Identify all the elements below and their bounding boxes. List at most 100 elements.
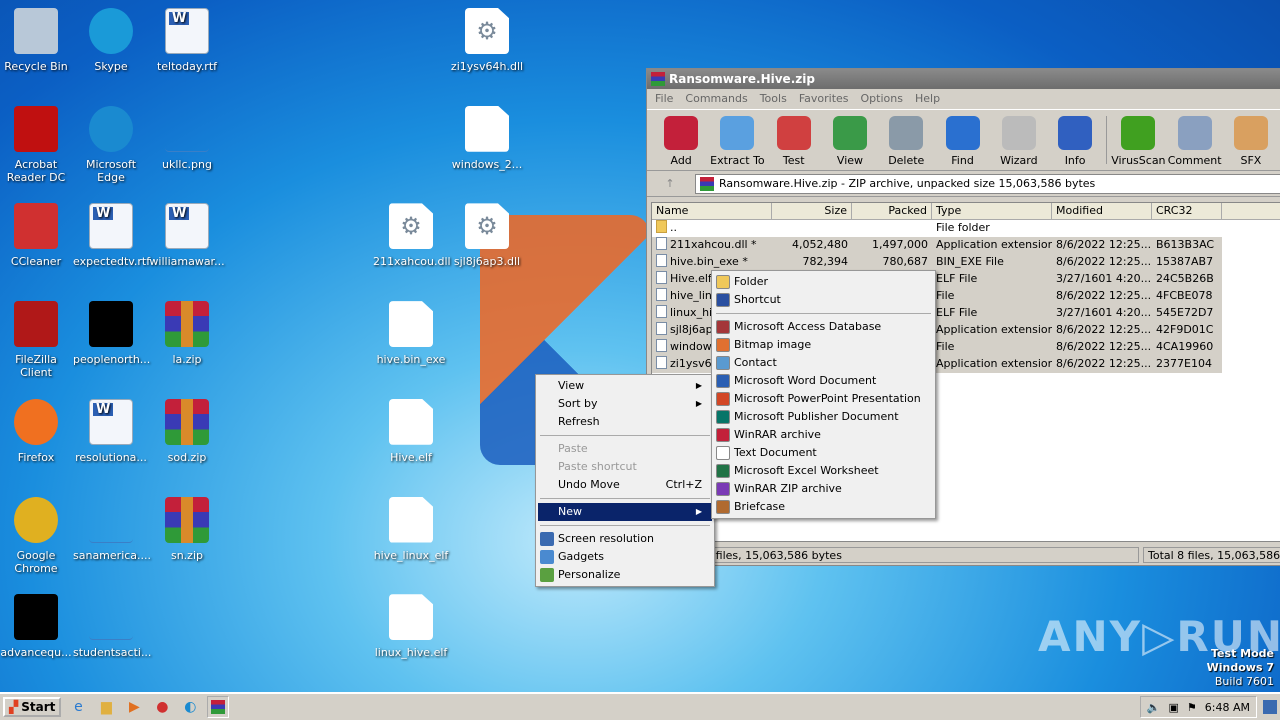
watermark-line: Build 7601 — [1214, 675, 1274, 688]
desktop-icon-ccleaner[interactable]: CCleaner — [0, 203, 74, 268]
menu-item-paste-shortcut[interactable]: Paste shortcut — [538, 458, 712, 476]
menu-favorites[interactable]: Favorites — [799, 92, 849, 106]
new-item-microsoft-powerpoint-presentation[interactable]: Microsoft PowerPoint Presentation — [714, 390, 933, 408]
desktop-icon-recycle-bin[interactable]: Recycle Bin — [0, 8, 74, 73]
menu-options[interactable]: Options — [861, 92, 903, 106]
desktop-icon-label: windows_2... — [451, 157, 523, 171]
menu-item-paste[interactable]: Paste — [538, 440, 712, 458]
desktop-icon-label: Hive.elf — [390, 450, 432, 464]
desktop-icon-zip[interactable]: sod.zip — [149, 398, 225, 464]
desktop-icon-file[interactable]: linux_hive.elf — [373, 594, 449, 659]
title-bar[interactable]: Ransomware.Hive.zip — [647, 69, 1280, 89]
toolbar-info-button[interactable]: Info — [1047, 112, 1103, 168]
desktop-icon-dll[interactable]: ⚙ zi1ysv64h.dll — [449, 8, 525, 73]
column-header-packed[interactable]: Packed — [852, 203, 932, 219]
wizard-icon — [1001, 116, 1036, 150]
path-field[interactable]: Ransomware.Hive.zip - ZIP archive, unpac… — [695, 173, 1280, 194]
desktop-icon-label: FileZilla Client — [15, 353, 57, 380]
desktop-icon-skype[interactable]: Skype — [73, 8, 149, 73]
winrar-taskbar-icon[interactable] — [207, 696, 230, 718]
toolbar-delete-button[interactable]: Delete — [878, 112, 934, 168]
desktop-icon-firefox[interactable]: Firefox — [0, 398, 74, 464]
edge-icon[interactable]: ◐ — [179, 696, 201, 718]
desktop-icon-zip[interactable]: sn.zip — [149, 496, 225, 562]
show-desktop-button[interactable] — [1263, 700, 1277, 714]
desktop-icon-filezilla[interactable]: FileZilla Client — [0, 301, 74, 379]
new-item-folder[interactable]: Folder — [714, 273, 933, 291]
new-item-contact[interactable]: Contact — [714, 354, 933, 372]
desktop-icon-word[interactable]: resolutiona... — [73, 398, 149, 464]
media-player-icon[interactable]: ▶ — [123, 696, 145, 718]
toolbar-view-button[interactable]: View — [822, 112, 878, 168]
winrar-icon — [651, 72, 665, 86]
file-row[interactable]: .. File folder — [652, 220, 1280, 237]
desktop-icon-chrome[interactable]: Google Chrome — [0, 496, 74, 575]
new-item-microsoft-word-document[interactable]: Microsoft Word Document — [714, 372, 933, 390]
new-item-winrar-zip-archive[interactable]: WinRAR ZIP archive — [714, 480, 933, 498]
new-item-microsoft-excel-worksheet[interactable]: Microsoft Excel Worksheet — [714, 462, 933, 480]
toolbar-find-button[interactable]: Find — [934, 112, 990, 168]
new-item-bitmap-image[interactable]: Bitmap image — [714, 336, 933, 354]
menu-help[interactable]: Help — [915, 92, 940, 106]
toolbar-sfx-button[interactable]: SFX — [1223, 112, 1279, 168]
column-header-modified[interactable]: Modified — [1052, 203, 1152, 219]
action-center-flag-icon[interactable]: ⚑ — [1187, 701, 1197, 714]
desktop-icon-black[interactable]: advancequ... — [0, 594, 74, 659]
column-header-crc32[interactable]: CRC32 — [1152, 203, 1222, 219]
file-row[interactable]: hive.bin_exe * 782,394 780,687 BIN_EXE File… — [652, 254, 1280, 271]
desktop-icon-word[interactable]: expectedtv.rtf — [73, 203, 150, 268]
file-row[interactable]: 211xahcou.dll * 4,052,480 1,497,000 Applica… — [652, 237, 1280, 254]
new-item-microsoft-access-database[interactable]: Microsoft Access Database — [714, 318, 933, 336]
desktop-icon-zip[interactable]: la.zip — [149, 301, 225, 366]
menu-item-refresh[interactable]: Refresh — [538, 413, 712, 431]
menu-item-view[interactable]: View ▶ — [538, 377, 712, 395]
desktop-icon-file[interactable]: Hive.elf — [373, 398, 449, 464]
toolbar-test-button[interactable]: Test — [766, 112, 822, 168]
ie-icon[interactable]: e — [67, 696, 89, 718]
start-button[interactable]: ▞ Start — [3, 697, 62, 717]
desktop-icon-acrobat[interactable]: Acrobat Reader DC — [0, 105, 74, 184]
toolbar-virusscan-button[interactable]: VirusScan — [1110, 112, 1166, 168]
menu-item-screen-resolution[interactable]: Screen resolution — [538, 530, 712, 548]
clock[interactable]: 6:48 AM — [1205, 701, 1250, 714]
menu-item-personalize[interactable]: Personalize — [538, 566, 712, 584]
toolbar-comment-button[interactable]: Comment — [1167, 112, 1223, 168]
desktop-icon-file[interactable]: hive.bin_exe — [373, 301, 449, 366]
network-icon[interactable]: ▣ — [1169, 701, 1179, 714]
new-item-winrar-archive[interactable]: WinRAR archive — [714, 426, 933, 444]
menu-item-gadgets[interactable]: Gadgets — [538, 548, 712, 566]
menu-item-sort-by[interactable]: Sort by ▶ — [538, 395, 712, 413]
desktop-icon-blank[interactable]: studentsacti... — [73, 594, 151, 659]
menu-item-undo-move[interactable]: Undo Move Ctrl+Z — [538, 476, 712, 494]
microsoft-publisher-document-icon — [716, 410, 730, 424]
desktop-icon-file[interactable]: windows_2... — [449, 105, 525, 171]
toolbar-add-button[interactable]: Add — [653, 112, 709, 168]
toolbar-extract-to-button[interactable]: Extract To — [709, 112, 765, 168]
filezilla-icon — [14, 301, 58, 348]
column-header-name[interactable]: Name — [652, 203, 772, 219]
column-header-type[interactable]: Type — [932, 203, 1052, 219]
new-item-briefcase[interactable]: Briefcase — [714, 498, 933, 516]
menu-commands[interactable]: Commands — [685, 92, 747, 106]
menu-file[interactable]: File — [655, 92, 673, 106]
menu-item-new[interactable]: New ▶ — [538, 503, 712, 521]
menu-tools[interactable]: Tools — [760, 92, 787, 106]
desktop-icon-edge[interactable]: Microsoft Edge — [73, 105, 149, 184]
chrome-icon[interactable]: ● — [151, 696, 173, 718]
column-header-size[interactable]: Size — [772, 203, 852, 219]
desktop-icon-black[interactable]: peoplenorth... — [73, 301, 150, 366]
volume-icon[interactable]: 🔈 — [1147, 701, 1161, 714]
new-item-text-document[interactable]: Text Document — [714, 444, 933, 462]
toolbar-wizard-button[interactable]: Wizard — [991, 112, 1047, 168]
new-item-microsoft-publisher-document[interactable]: Microsoft Publisher Document — [714, 408, 933, 426]
desktop-icon-dll[interactable]: ⚙ sjl8j6ap3.dll — [449, 203, 525, 268]
desktop-icon-file[interactable]: hive_linux_elf — [373, 496, 449, 562]
desktop-icon-word[interactable]: williamawar... — [149, 203, 225, 268]
explorer-icon[interactable]: ▆ — [95, 696, 117, 718]
desktop-icon-word[interactable]: teltoday.rtf — [149, 8, 225, 73]
desktop-icon-blank[interactable]: sanamerica.... — [73, 497, 151, 562]
new-item-shortcut[interactable]: Shortcut — [714, 291, 933, 309]
desktop-icon-dll[interactable]: ⚙ 211xahcou.dll — [373, 203, 451, 268]
desktop-icon-blank[interactable]: ukllc.png — [149, 106, 225, 171]
up-arrow-icon[interactable]: ↑ — [651, 177, 689, 190]
